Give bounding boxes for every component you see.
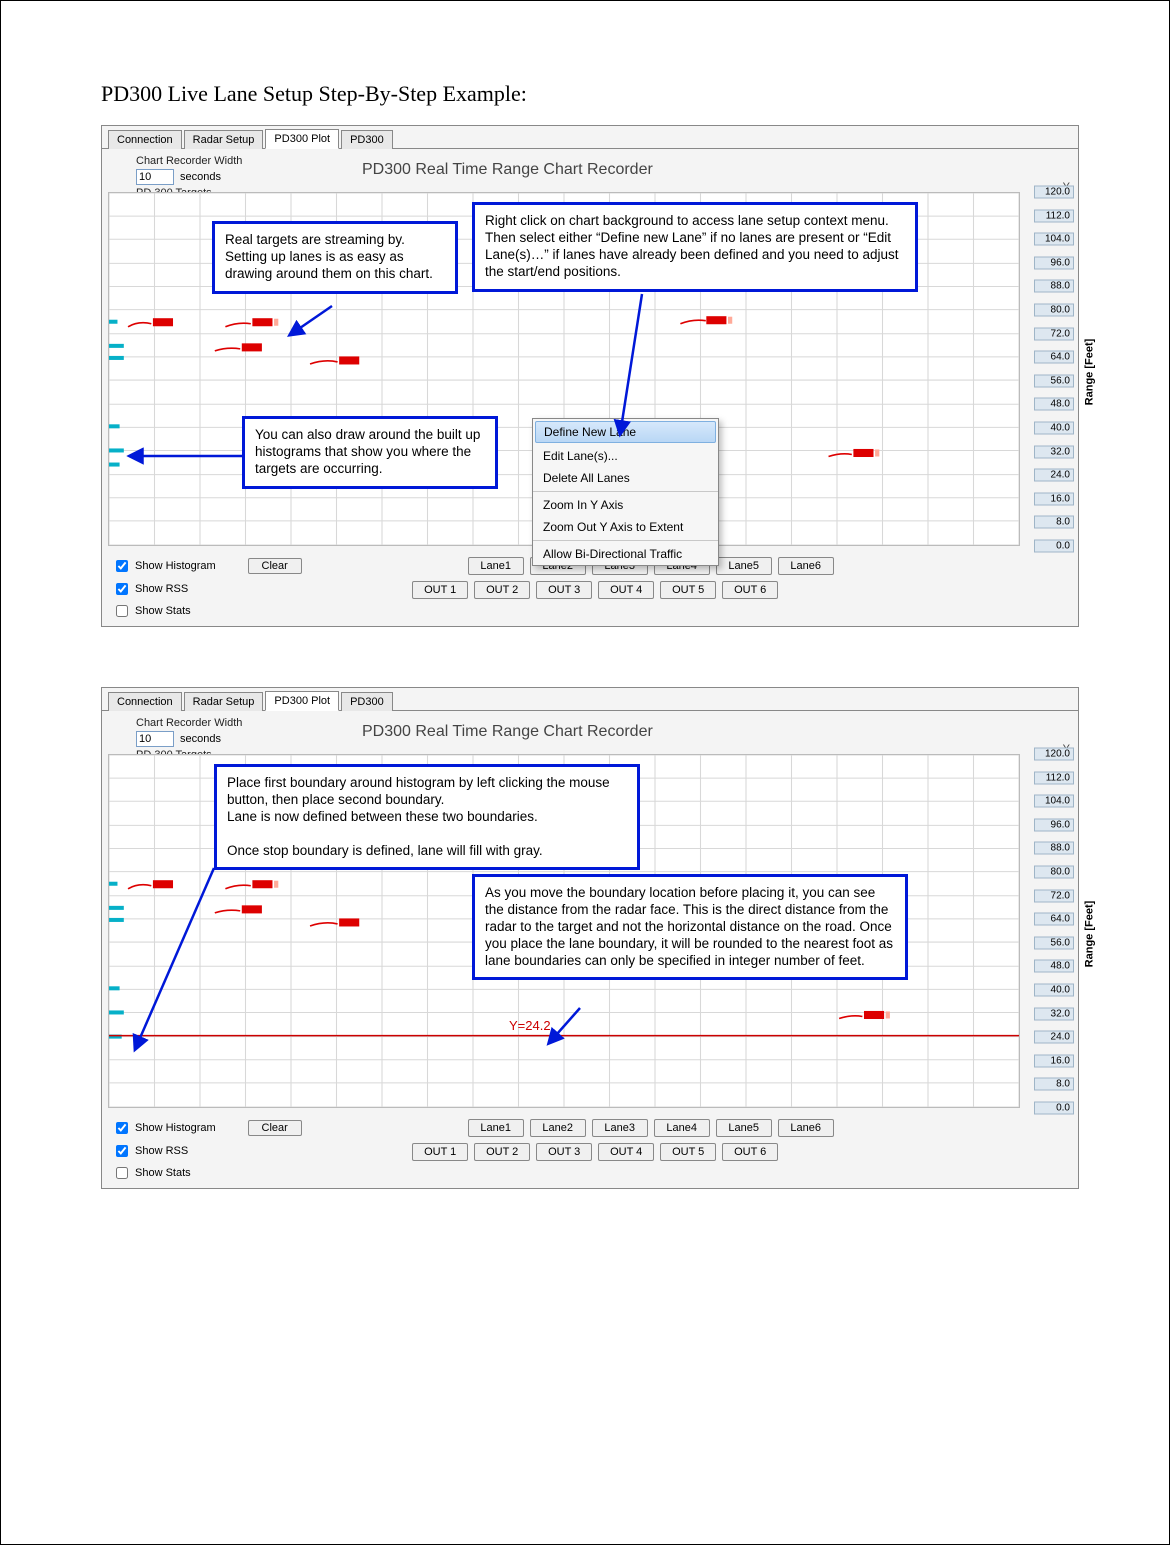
page-title: PD300 Live Lane Setup Step-By-Step Examp… <box>101 81 1079 107</box>
y-tick: 56.0 <box>1034 374 1074 387</box>
chk-show-stats[interactable]: Show Stats <box>112 1164 191 1182</box>
out-button[interactable]: OUT 3 <box>536 581 592 599</box>
callout-1a: Real targets are streaming by. Setting u… <box>212 221 458 294</box>
menu-zoom-in-y[interactable]: Zoom In Y Axis <box>533 494 718 516</box>
chart-title: PD300 Real Time Range Chart Recorder <box>362 161 653 179</box>
y-tick: 40.0 <box>1034 984 1074 997</box>
out-button[interactable]: OUT 5 <box>660 581 716 599</box>
y-tick: 104.0 <box>1034 795 1074 808</box>
screenshot-2: Connection Radar Setup PD300 Plot PD300 … <box>101 687 1079 1189</box>
tab-radar-setup[interactable]: Radar Setup <box>184 692 264 711</box>
y-tick: 8.0 <box>1034 1078 1074 1091</box>
y-tick: 96.0 <box>1034 256 1074 269</box>
menu-delete-all-lanes[interactable]: Delete All Lanes <box>533 467 718 489</box>
menu-define-new-lane[interactable]: Define New Lane <box>535 421 716 443</box>
chk-show-rss[interactable]: Show RSS <box>112 1142 188 1160</box>
tab-pd300[interactable]: PD300 <box>341 692 393 711</box>
y-axis: 120.0112.0104.096.088.080.072.064.056.04… <box>1024 192 1074 546</box>
chart-title: PD300 Real Time Range Chart Recorder <box>362 723 653 741</box>
y-tick: 120.0 <box>1034 186 1074 199</box>
tab-connection[interactable]: Connection <box>108 692 182 711</box>
y-tick: 0.0 <box>1034 540 1074 553</box>
y-tick: 112.0 <box>1034 771 1074 784</box>
y-tick: 16.0 <box>1034 492 1074 505</box>
y-tick: 24.0 <box>1034 469 1074 482</box>
y-axis-label: Range [Feet] <box>1084 901 1096 968</box>
y-tick: 64.0 <box>1034 913 1074 926</box>
lane-button[interactable]: Lane1 <box>468 1119 524 1137</box>
chk-show-stats[interactable]: Show Stats <box>112 602 191 620</box>
btn-clear[interactable]: Clear <box>248 1120 302 1136</box>
chk-show-histogram[interactable]: Show Histogram <box>112 1119 216 1137</box>
y-tick: 48.0 <box>1034 960 1074 973</box>
y-tick: 120.0 <box>1034 748 1074 761</box>
y-tick: 96.0 <box>1034 818 1074 831</box>
y-tick: 24.0 <box>1034 1031 1074 1044</box>
out-button[interactable]: OUT 6 <box>722 1143 778 1161</box>
y-tick: 32.0 <box>1034 445 1074 458</box>
chk-show-histogram[interactable]: Show Histogram <box>112 557 216 575</box>
lane-button[interactable]: Lane5 <box>716 1119 772 1137</box>
tab-connection[interactable]: Connection <box>108 130 182 149</box>
callout-1c: You can also draw around the built up hi… <box>242 416 498 489</box>
tab-pd300-plot[interactable]: PD300 Plot <box>265 129 339 149</box>
callout-2b: As you move the boundary location before… <box>472 874 908 980</box>
lane-button[interactable]: Lane6 <box>778 1119 834 1137</box>
y-value-label: Y=24.2 <box>509 1018 551 1033</box>
recorder-width-input[interactable] <box>136 169 174 185</box>
chk-show-rss[interactable]: Show RSS <box>112 580 188 598</box>
y-tick: 72.0 <box>1034 889 1074 902</box>
tab-bar: Connection Radar Setup PD300 Plot PD300 <box>102 126 1078 149</box>
y-tick: 104.0 <box>1034 233 1074 246</box>
menu-edit-lanes[interactable]: Edit Lane(s)... <box>533 445 718 467</box>
context-menu: Define New Lane Edit Lane(s)... Delete A… <box>532 418 719 566</box>
lane-button[interactable]: Lane5 <box>716 557 772 575</box>
lane-button[interactable]: Lane4 <box>654 1119 710 1137</box>
menu-allow-bidir[interactable]: Allow Bi-Directional Traffic <box>533 543 718 565</box>
screenshot-1: Connection Radar Setup PD300 Plot PD300 … <box>101 125 1079 627</box>
tab-radar-setup[interactable]: Radar Setup <box>184 130 264 149</box>
y-tick: 48.0 <box>1034 398 1074 411</box>
out-button[interactable]: OUT 4 <box>598 1143 654 1161</box>
btn-clear[interactable]: Clear <box>248 558 302 574</box>
out-button[interactable]: OUT 1 <box>412 581 468 599</box>
lane-button[interactable]: Lane6 <box>778 557 834 575</box>
tab-pd300-plot[interactable]: PD300 Plot <box>265 691 339 711</box>
recorder-width-input[interactable] <box>136 731 174 747</box>
out-button[interactable]: OUT 6 <box>722 581 778 599</box>
y-tick: 80.0 <box>1034 304 1074 317</box>
y-tick: 64.0 <box>1034 351 1074 364</box>
callout-2a: Place first boundary around histogram by… <box>214 764 640 870</box>
out-button[interactable]: OUT 5 <box>660 1143 716 1161</box>
recorder-width-unit: seconds <box>180 171 221 183</box>
y-tick: 80.0 <box>1034 866 1074 879</box>
y-tick: 112.0 <box>1034 209 1074 222</box>
out-button[interactable]: OUT 2 <box>474 1143 530 1161</box>
out-button[interactable]: OUT 1 <box>412 1143 468 1161</box>
y-axis: 120.0112.0104.096.088.080.072.064.056.04… <box>1024 754 1074 1108</box>
menu-zoom-out-y[interactable]: Zoom Out Y Axis to Extent <box>533 516 718 538</box>
y-tick: 56.0 <box>1034 936 1074 949</box>
y-tick: 40.0 <box>1034 422 1074 435</box>
y-tick: 16.0 <box>1034 1054 1074 1067</box>
lane-button[interactable]: Lane2 <box>530 1119 586 1137</box>
lane-button[interactable]: Lane1 <box>468 557 524 575</box>
callout-1b: Right click on chart background to acces… <box>472 202 918 292</box>
out-button[interactable]: OUT 3 <box>536 1143 592 1161</box>
out-button[interactable]: OUT 2 <box>474 581 530 599</box>
y-tick: 8.0 <box>1034 516 1074 529</box>
y-tick: 32.0 <box>1034 1007 1074 1020</box>
y-tick: 88.0 <box>1034 280 1074 293</box>
y-tick: 72.0 <box>1034 327 1074 340</box>
y-tick: 0.0 <box>1034 1102 1074 1115</box>
recorder-width-unit: seconds <box>180 733 221 745</box>
y-tick: 88.0 <box>1034 842 1074 855</box>
out-button[interactable]: OUT 4 <box>598 581 654 599</box>
y-axis-label: Range [Feet] <box>1084 339 1096 406</box>
tab-pd300[interactable]: PD300 <box>341 130 393 149</box>
lane-button[interactable]: Lane3 <box>592 1119 648 1137</box>
